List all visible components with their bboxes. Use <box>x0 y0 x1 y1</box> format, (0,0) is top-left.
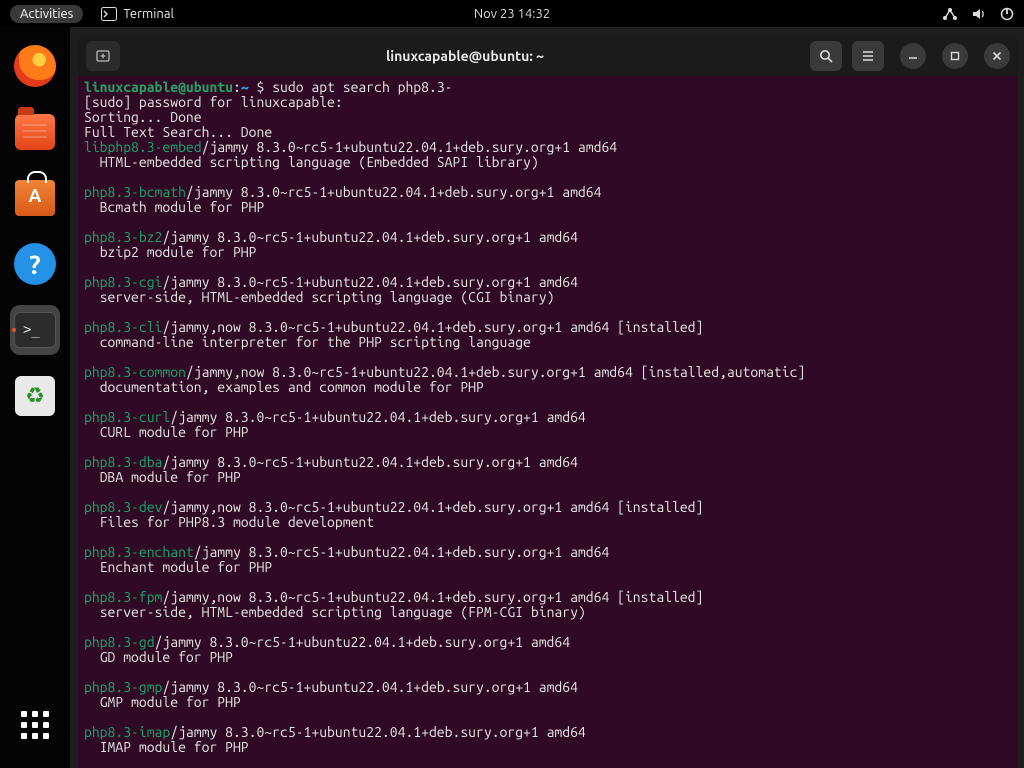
power-icon[interactable] <box>1000 7 1014 21</box>
gnome-dock: ? >_ ♻ <box>0 27 70 768</box>
hamburger-menu-button[interactable] <box>852 41 884 71</box>
activities-button[interactable]: Activities <box>10 5 83 23</box>
system-tray[interactable] <box>942 7 1014 21</box>
maximize-button[interactable] <box>942 43 968 69</box>
terminal-app-icon: >_ <box>14 312 56 348</box>
maximize-icon <box>949 50 961 62</box>
minimize-icon <box>907 50 919 62</box>
search-icon <box>818 48 834 64</box>
new-tab-button[interactable] <box>86 41 120 71</box>
help-icon: ? <box>14 243 56 285</box>
search-button[interactable] <box>810 41 842 71</box>
dock-files[interactable] <box>10 107 60 157</box>
gnome-top-panel: Activities Terminal Nov 23 14:32 <box>0 0 1024 27</box>
close-button[interactable] <box>984 43 1010 69</box>
new-tab-icon <box>95 48 111 64</box>
taskbar-app-terminal[interactable]: Terminal <box>101 7 174 21</box>
volume-icon[interactable] <box>972 7 986 21</box>
hamburger-icon <box>860 48 876 64</box>
show-applications-button[interactable] <box>10 700 60 750</box>
taskbar-app-label: Terminal <box>123 7 174 21</box>
window-title: linuxcapable@ubuntu: ~ <box>130 48 800 64</box>
terminal-viewport[interactable]: linuxcapable@ubuntu:~ $ sudo apt search … <box>78 76 1018 768</box>
software-icon <box>15 180 55 216</box>
dock-firefox[interactable] <box>10 41 60 91</box>
files-icon <box>15 114 55 150</box>
clock[interactable]: Nov 23 14:32 <box>474 7 550 21</box>
terminal-window: linuxcapable@ubuntu: ~ linuxcapable@ubun… <box>78 36 1018 768</box>
close-icon <box>991 50 1003 62</box>
dock-terminal[interactable]: >_ <box>10 305 60 355</box>
dock-help[interactable]: ? <box>10 239 60 289</box>
network-icon[interactable] <box>942 7 958 21</box>
minimize-button[interactable] <box>900 43 926 69</box>
terminal-icon <box>101 7 117 21</box>
window-titlebar: linuxcapable@ubuntu: ~ <box>78 36 1018 76</box>
dock-software[interactable] <box>10 173 60 223</box>
terminal-output: linuxcapable@ubuntu:~ $ sudo apt search … <box>84 80 1012 755</box>
firefox-icon <box>14 45 56 87</box>
trash-icon: ♻ <box>15 376 55 416</box>
dock-trash[interactable]: ♻ <box>10 371 60 421</box>
